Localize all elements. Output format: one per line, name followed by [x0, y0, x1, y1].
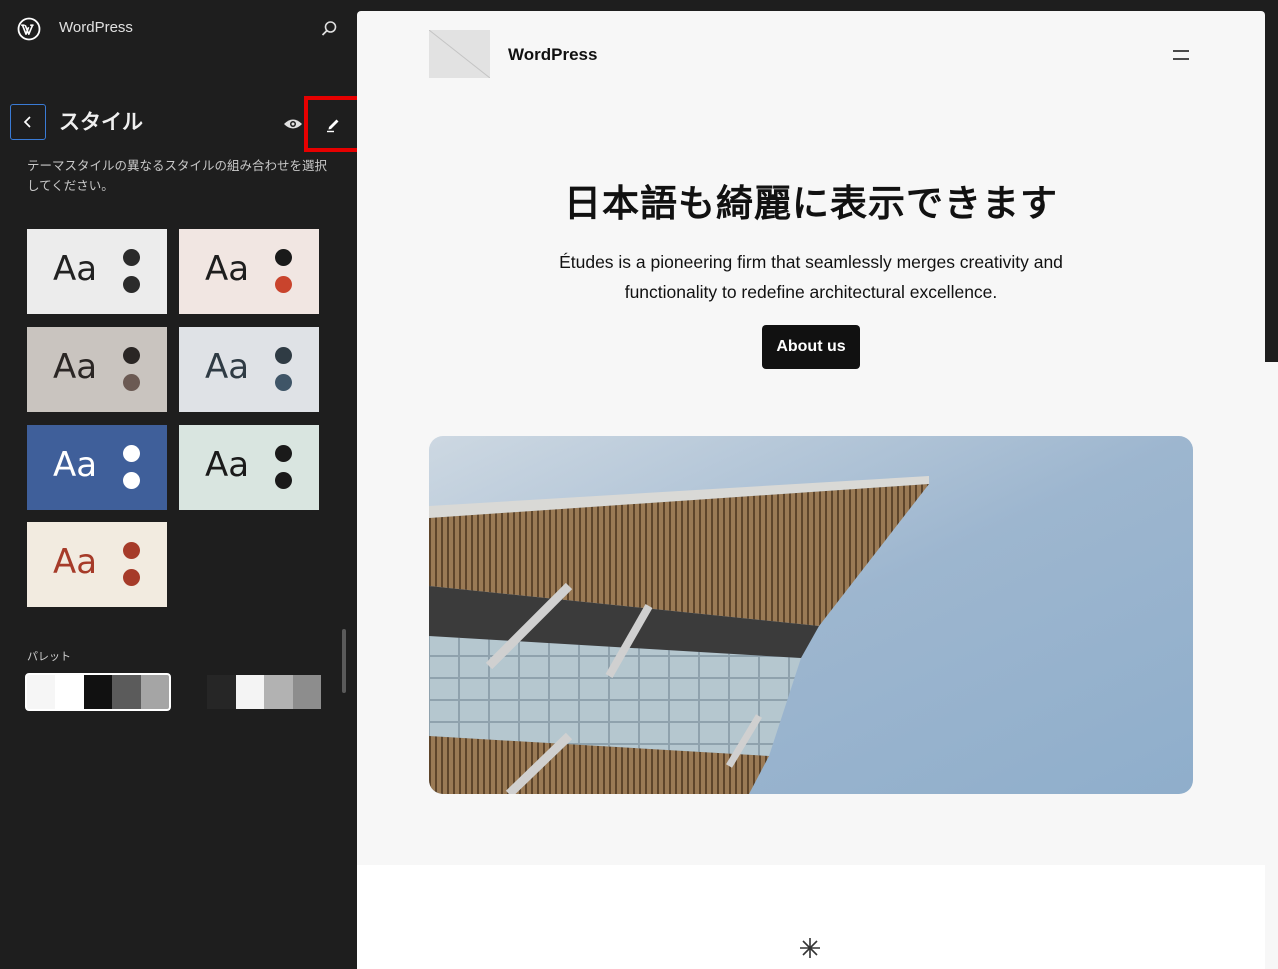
panel-description: テーマスタイルの異なるスタイルの組み合わせを選択してください。 [27, 158, 328, 193]
style-variation-2[interactable]: Aa [179, 229, 319, 314]
variation-sample-text: Aa [53, 347, 98, 387]
style-variation-1[interactable]: Aa [27, 229, 167, 314]
palette-swatch [112, 675, 141, 709]
color-dot [275, 249, 292, 266]
hero-heading[interactable]: 日本語も綺麗に表示できます [357, 173, 1265, 227]
asterisk-icon [797, 935, 823, 961]
hero-building-image[interactable] [429, 436, 1193, 794]
variation-sample-text: Aa [53, 445, 98, 485]
palette-swatch [207, 675, 236, 709]
about-us-button[interactable]: About us [762, 325, 860, 369]
wordpress-logo-icon[interactable] [17, 17, 41, 41]
site-logo-placeholder[interactable] [429, 30, 490, 78]
palette-option-1[interactable] [25, 673, 171, 711]
style-variation-4[interactable]: Aa [179, 327, 319, 412]
color-dot [275, 374, 292, 391]
palette-swatch [264, 675, 293, 709]
color-dot [275, 276, 292, 293]
panel-title: スタイル [59, 110, 143, 134]
color-dot [123, 347, 140, 364]
variation-sample-text: Aa [205, 445, 250, 485]
variation-sample-text: Aa [205, 347, 250, 387]
color-dot [275, 445, 292, 462]
color-dot [123, 276, 140, 293]
back-button[interactable] [10, 104, 46, 140]
sidebar-scrollbar[interactable] [342, 629, 346, 693]
palette-swatch [140, 675, 170, 709]
preview-button[interactable] [282, 113, 304, 135]
color-dot [123, 249, 140, 266]
window-edge-light [1265, 362, 1278, 969]
palette-swatch [235, 675, 265, 709]
style-variation-6[interactable]: Aa [179, 425, 319, 510]
color-dot [275, 347, 292, 364]
palette-swatch [292, 675, 322, 709]
color-dot [123, 472, 140, 489]
color-dot [123, 445, 140, 462]
style-variation-7[interactable]: Aa [27, 522, 167, 607]
palette-option-2[interactable] [179, 675, 322, 709]
palette-label: パレット [27, 650, 71, 663]
style-variation-5[interactable]: Aa [27, 425, 167, 510]
color-dot [275, 472, 292, 489]
palette-swatch [83, 675, 113, 709]
pencil-icon [326, 119, 338, 133]
search-icon[interactable] [317, 17, 341, 41]
palette-swatch [55, 675, 84, 709]
variation-sample-text: Aa [53, 249, 98, 289]
site-name[interactable]: WordPress [59, 19, 133, 36]
palette-swatch [27, 675, 56, 709]
chevron-left-icon [23, 116, 31, 128]
eye-icon [284, 119, 302, 129]
variation-sample-text: Aa [205, 249, 250, 289]
palette-swatch [179, 675, 208, 709]
sidebar: WordPress スタイル テーマスタイルの異なるスタイルの組み合わせを選択し… [0, 0, 361, 969]
hero-paragraph[interactable]: Études is a pioneering firm that seamles… [536, 247, 1086, 307]
editor-canvas[interactable]: WordPress 日本語も綺麗に表示できます Études is a pion… [357, 11, 1265, 969]
color-dot [123, 542, 140, 559]
color-dot [123, 374, 140, 391]
variation-sample-text: Aa [53, 542, 98, 582]
hamburger-icon[interactable] [1170, 47, 1192, 63]
site-title[interactable]: WordPress [508, 45, 597, 65]
edit-styles-button[interactable] [304, 96, 361, 152]
style-variation-3[interactable]: Aa [27, 327, 167, 412]
color-dot [123, 569, 140, 586]
